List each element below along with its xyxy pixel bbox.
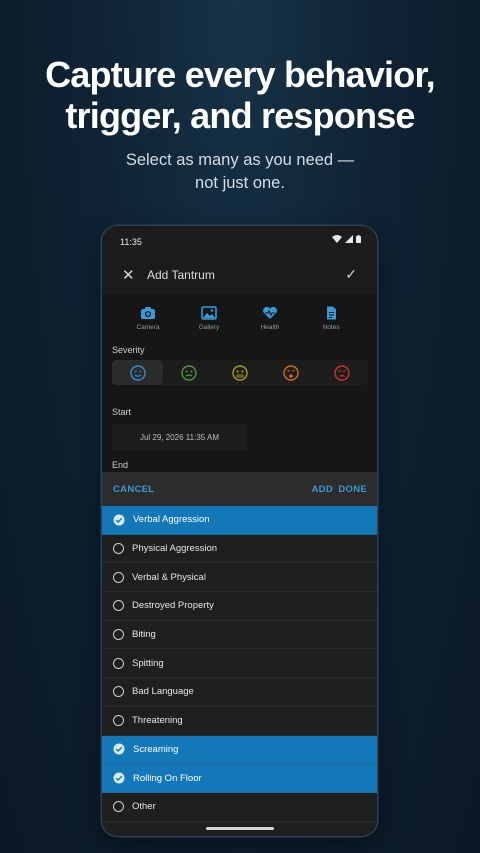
behavior-option-label: Verbal Aggression xyxy=(133,514,210,526)
radio-circle-icon xyxy=(113,629,124,641)
attach-gallery-label: Gallery xyxy=(198,324,220,331)
start-date-field[interactable]: Jul 29, 2026 11:35 AM xyxy=(112,424,247,450)
attach-gallery-button[interactable]: Gallery xyxy=(179,306,239,331)
face-calm-icon xyxy=(129,364,146,381)
behavior-option[interactable]: Spitting xyxy=(102,649,377,679)
radio-circle-icon xyxy=(113,600,124,612)
behavior-option[interactable]: Verbal & Physical xyxy=(102,563,377,593)
camera-icon xyxy=(141,307,155,319)
radio-circle-icon xyxy=(113,801,124,813)
check-icon[interactable]: ✓ xyxy=(345,266,357,283)
end-label: End xyxy=(112,460,129,470)
start-label: Start xyxy=(112,407,132,417)
gallery-icon xyxy=(201,306,217,320)
app-bar: ✕ Add Tantrum ✓ xyxy=(102,258,377,294)
behavior-option[interactable]: Screaming xyxy=(102,735,377,765)
behavior-option[interactable]: Rolling On Floor xyxy=(102,764,377,793)
behavior-option[interactable]: Threatening xyxy=(102,707,377,736)
behavior-picker-sheet: CANCEL ADD DONE Verbal Aggression Physica… xyxy=(102,472,377,836)
behavior-option[interactable]: Biting xyxy=(102,621,377,650)
close-icon[interactable]: ✕ xyxy=(122,266,135,284)
hero-subhead: Select as many as you need — not just on… xyxy=(0,149,480,195)
app-bar-title: Add Tantrum xyxy=(147,268,215,282)
status-time: 11:35 xyxy=(120,237,142,247)
behavior-option[interactable]: Destroyed Property xyxy=(102,592,377,621)
tantrum-form: Camera Gallery Health Notes Severity Sta… xyxy=(102,294,377,474)
severity-selector xyxy=(112,360,368,385)
hero-subhead-line-2: not just one. xyxy=(195,174,285,192)
radio-circle-icon xyxy=(113,686,124,698)
severity-level-5[interactable] xyxy=(317,360,368,385)
severity-level-3[interactable] xyxy=(214,360,265,385)
behavior-option[interactable]: Bad Language xyxy=(102,678,377,707)
attach-health-label: Health xyxy=(260,324,280,331)
status-icons xyxy=(332,235,361,243)
add-button[interactable]: ADD xyxy=(312,484,333,495)
status-bar: 11:35 xyxy=(102,226,377,258)
behavior-option-label: Physical Aggression xyxy=(132,543,218,555)
checked-circle-icon xyxy=(113,514,125,526)
cancel-button[interactable]: CANCEL xyxy=(113,484,154,495)
behavior-option-label: Screaming xyxy=(133,743,179,755)
wifi-icon xyxy=(332,235,342,243)
radio-circle-icon xyxy=(113,657,124,669)
behavior-option-label: Spitting xyxy=(132,657,164,669)
severity-level-4[interactable] xyxy=(266,360,317,385)
hero-headline-line-2: trigger, and response xyxy=(65,95,415,136)
hero-headline: Capture every behavior, trigger, and res… xyxy=(0,54,480,136)
signal-icon xyxy=(345,235,353,243)
hero-headline-line-1: Capture every behavior, xyxy=(45,54,436,95)
behavior-option[interactable]: Other xyxy=(102,793,377,822)
checked-circle-icon xyxy=(113,743,125,755)
attach-notes-button[interactable]: Notes xyxy=(301,306,361,331)
behavior-option[interactable]: Physical Aggression xyxy=(102,535,377,564)
attach-health-button[interactable]: Health xyxy=(240,306,300,331)
behavior-option-label: Biting xyxy=(132,629,156,641)
attach-notes-label: Notes xyxy=(322,324,340,331)
behavior-option-label: Destroyed Property xyxy=(132,600,214,612)
behavior-option-label: Verbal & Physical xyxy=(132,571,206,583)
severity-level-2[interactable] xyxy=(163,360,214,385)
checked-circle-icon xyxy=(113,772,125,784)
severity-level-1[interactable] xyxy=(112,360,164,385)
health-icon xyxy=(263,306,277,319)
attach-camera-button[interactable]: Camera xyxy=(118,306,178,331)
notes-icon xyxy=(327,306,336,320)
phone-frame: 11:35 ✕ Add Tantrum ✓ Camera Gallery Hea… xyxy=(102,226,377,836)
behavior-option-label: Other xyxy=(132,801,156,813)
face-worried-icon xyxy=(232,364,248,381)
behavior-option-label: Threatening xyxy=(132,715,183,727)
radio-circle-icon xyxy=(113,571,124,583)
severity-label: Severity xyxy=(112,345,145,355)
behavior-option[interactable]: Verbal Aggression xyxy=(102,506,377,535)
hero-subhead-line-1: Select as many as you need — xyxy=(125,151,355,169)
attach-camera-label: Camera xyxy=(136,324,160,331)
behavior-option-label: Bad Language xyxy=(132,686,194,698)
done-button[interactable]: DONE xyxy=(338,484,367,495)
face-angry-icon xyxy=(334,364,351,381)
behavior-option-label: Rolling On Floor xyxy=(133,772,202,784)
battery-icon xyxy=(356,235,361,243)
radio-circle-icon xyxy=(113,543,124,555)
face-neutral-icon xyxy=(181,364,197,381)
gesture-nav-bar xyxy=(206,827,274,830)
face-upset-icon xyxy=(283,364,299,381)
radio-circle-icon xyxy=(113,715,124,727)
behavior-options-list: Verbal Aggression Physical Aggression Verb… xyxy=(102,506,377,822)
sheet-header: CANCEL ADD DONE xyxy=(102,472,377,507)
